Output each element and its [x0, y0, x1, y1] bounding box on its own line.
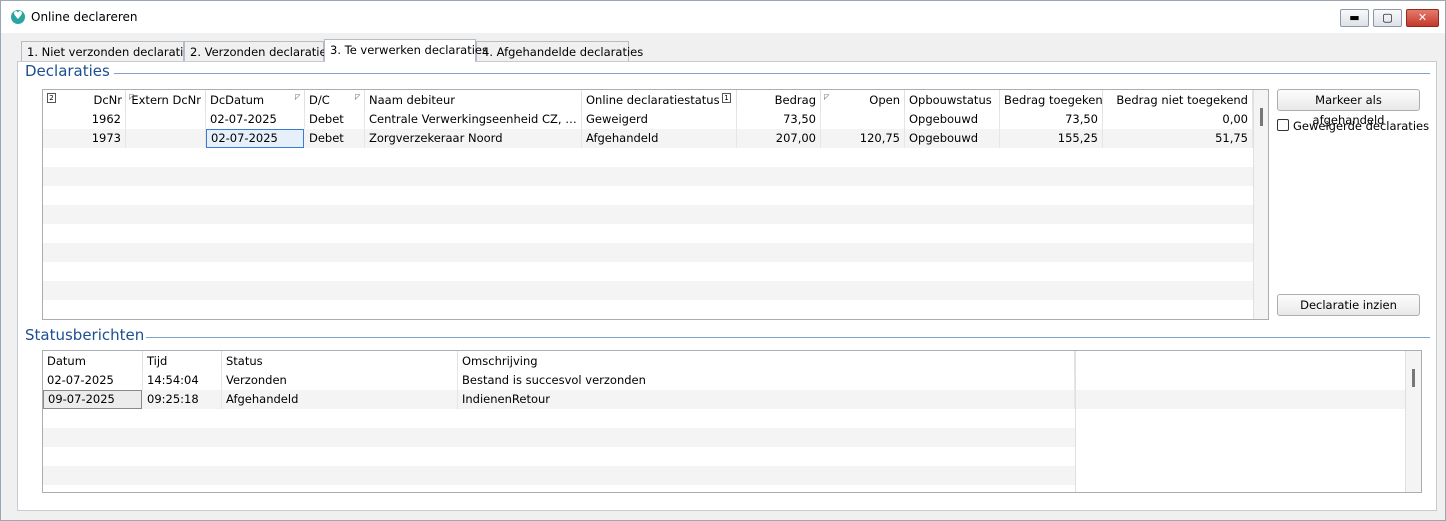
grid-divider — [1075, 351, 1076, 492]
cell-bedrag-niet-toegekend: 51,75 — [1103, 129, 1253, 148]
empty-row — [43, 409, 1075, 428]
cell-bedrag: 73,50 — [737, 110, 821, 129]
cell-omschrijving: IndienenRetour — [458, 390, 1075, 409]
cell-extern-dcnr — [126, 110, 206, 129]
col-status[interactable]: Status — [222, 351, 458, 371]
client-area: 1. Niet verzonden declaraties 2. Verzond… — [9, 33, 1437, 513]
cell-dcnr: 1973 — [43, 129, 126, 148]
declaraties-vscrollbar[interactable] — [1253, 90, 1268, 319]
cell-tijd: 09:25:18 — [143, 390, 222, 409]
cell-status: Afgehandeld — [222, 390, 458, 409]
cell-extern-dcnr — [126, 129, 206, 148]
cell-bedrag: 207,00 — [737, 129, 821, 148]
statusberichten-divider — [146, 337, 1430, 338]
col-datum[interactable]: Datum — [43, 351, 143, 371]
cell-tijd: 14:54:04 — [143, 371, 222, 390]
empty-row — [43, 167, 1268, 186]
declaraties-divider — [114, 73, 1430, 74]
col-naam-debiteur[interactable]: Naam debiteur — [365, 90, 582, 110]
sort-indicator-icon: ◸ — [295, 93, 301, 101]
col-opbouwstatus[interactable]: Opbouwstatus — [905, 90, 1000, 110]
cell-online-status: Geweigerd — [582, 110, 737, 129]
rejected-checkbox[interactable] — [1277, 119, 1289, 131]
cell-dc: Debet — [305, 129, 365, 148]
sort-indicator-icon: ◸ — [355, 93, 361, 101]
cell-dcnr: 1962 — [43, 110, 126, 129]
statusberichten-vscrollbar[interactable] — [1405, 351, 1421, 492]
app-heart-icon — [11, 9, 25, 24]
cell-datum-focused[interactable]: 09-07-2025 — [43, 390, 142, 409]
cell-online-status: Afgehandeld — [582, 129, 737, 148]
empty-row — [43, 466, 1075, 485]
main-window: Online declareren ▬ ▢ ✕ 1. Niet verzonde… — [0, 0, 1446, 521]
cell-naam-debiteur: Centrale Verwerkingseenheid CZ, Delta Ll… — [365, 110, 582, 129]
declaraties-grid-header: 2 DcNr Extern DcNr ◸ DcDatum ◸ D/C ◸ Naa… — [43, 90, 1268, 110]
cell-status: Verzonden — [222, 371, 458, 390]
close-button[interactable]: ✕ — [1406, 9, 1439, 27]
col-dcdatum[interactable]: DcDatum — [206, 90, 305, 110]
cell-bedrag-toegekend: 73,50 — [1000, 110, 1103, 129]
col-omschrijving[interactable]: Omschrijving — [458, 351, 1075, 371]
cell-open — [821, 110, 905, 129]
col-dcnr[interactable]: DcNr — [43, 90, 126, 110]
declaraties-grid[interactable]: 2 DcNr Extern DcNr ◸ DcDatum ◸ D/C ◸ Naa… — [42, 89, 1269, 320]
cell-dc: Debet — [305, 110, 365, 129]
cell-datum: 02-07-2025 — [43, 371, 143, 390]
table-row[interactable]: 09-07-2025 09:25:18 Afgehandeld Indienen… — [43, 390, 1421, 409]
table-row[interactable]: 02-07-2025 14:54:04 Verzonden Bestand is… — [43, 371, 1421, 390]
table-row[interactable]: 1973 02-07-2025 Debet Zorgverzekeraar No… — [43, 129, 1268, 148]
rejected-checkbox-label[interactable]: Geweigerde declaraties — [1293, 119, 1429, 133]
tab-panel: Declaraties 2 DcNr Extern DcNr ◸ DcDatum… — [17, 61, 1437, 511]
cell-omschrijving: Bestand is succesvol verzonden — [458, 371, 1075, 390]
mark-handled-button[interactable]: Markeer als afgehandeld — [1277, 89, 1420, 127]
minimize-button[interactable]: ▬ — [1340, 9, 1369, 27]
col-online-status[interactable]: Online declaratiestatus — [582, 90, 737, 110]
cell-naam-debiteur: Zorgverzekeraar Noord — [365, 129, 582, 148]
maximize-button[interactable]: ▢ — [1373, 9, 1402, 27]
col-open[interactable]: Open — [821, 90, 905, 110]
sort-indicator-icon: ◸ — [129, 93, 135, 101]
cell-bedrag-niet-toegekend: 0,00 — [1103, 110, 1253, 129]
empty-row — [43, 428, 1075, 447]
empty-row — [43, 224, 1268, 243]
cell-dcdatum: 02-07-2025 — [206, 110, 305, 129]
tab-verzonden[interactable]: 2. Verzonden declaraties — [184, 41, 333, 61]
filter-badge-icon[interactable]: 1 — [722, 93, 731, 103]
col-bedrag-toegekend[interactable]: Bedrag toegekend — [1000, 90, 1103, 110]
tab-niet-verzonden[interactable]: 1. Niet verzonden declaraties — [21, 41, 196, 61]
col-bedrag[interactable]: Bedrag — [737, 90, 821, 110]
scroll-thumb[interactable] — [1412, 369, 1415, 387]
statusberichten-grid[interactable]: Datum Tijd Status Omschrijving 02-07-202… — [42, 350, 1422, 493]
empty-row — [43, 186, 1268, 205]
statusberichten-grid-header: Datum Tijd Status Omschrijving — [43, 351, 1421, 371]
col-bedrag-niet-toegekend[interactable]: Bedrag niet toegekend — [1103, 90, 1253, 110]
cell-open: 120,75 — [821, 129, 905, 148]
empty-row — [43, 262, 1268, 281]
empty-row — [43, 447, 1075, 466]
cell-opbouwstatus: Opgebouwd — [905, 110, 1000, 129]
view-declaration-button[interactable]: Declaratie inzien — [1277, 294, 1420, 316]
tab-afgehandeld[interactable]: 4. Afgehandelde declaraties — [476, 41, 643, 61]
empty-row — [43, 243, 1268, 262]
cell-opbouwstatus: Opgebouwd — [905, 129, 1000, 148]
declaraties-title: Declaraties — [25, 62, 110, 80]
empty-row — [43, 205, 1268, 224]
table-row[interactable]: 1962 02-07-2025 Debet Centrale Verwerkin… — [43, 110, 1268, 129]
window-title: Online declareren — [31, 10, 138, 24]
cell-bedrag-toegekend: 155,25 — [1000, 129, 1103, 148]
col-tijd[interactable]: Tijd — [143, 351, 222, 371]
col-extern-dcnr[interactable]: Extern DcNr — [126, 90, 206, 110]
title-bar: Online declareren ▬ ▢ ✕ — [1, 1, 1445, 33]
cell-dcdatum-focused[interactable]: 02-07-2025 — [206, 129, 304, 148]
statusberichten-title: Statusberichten — [25, 326, 145, 344]
tab-te-verwerken[interactable]: 3. Te verwerken declaraties — [324, 39, 488, 62]
empty-row — [43, 281, 1268, 300]
scroll-thumb[interactable] — [1260, 108, 1263, 126]
empty-row — [43, 300, 1268, 319]
empty-row — [43, 148, 1268, 167]
